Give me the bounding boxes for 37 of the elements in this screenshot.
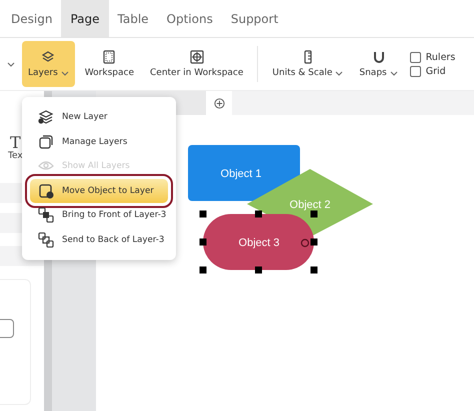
connector-point[interactable]	[300, 238, 310, 248]
overlap-icon	[38, 232, 54, 248]
input-field[interactable]	[0, 319, 14, 338]
tab[interactable]: Page	[61, 0, 108, 37]
tool-label: Tex	[8, 151, 23, 161]
tab[interactable]: Options	[158, 0, 222, 37]
toolbar-button[interactable]: Workspace	[78, 41, 140, 87]
crosshair-icon	[190, 50, 204, 64]
menu-item[interactable]: New Layer	[30, 105, 168, 130]
copy-icon	[38, 134, 54, 150]
toolbar-button[interactable]: Units & Scale	[266, 41, 350, 87]
menu-item[interactable]: Manage Layers	[30, 130, 168, 154]
stack-icon	[38, 109, 54, 126]
checkbox[interactable]	[410, 52, 421, 62]
overlap-icon	[38, 207, 54, 224]
text-tool-icon[interactable]: T	[10, 135, 21, 151]
add-icon[interactable]	[214, 98, 224, 108]
checkbox[interactable]	[410, 66, 421, 76]
checkbox-label: Grid	[426, 66, 446, 76]
toolbar-button[interactable]: Snaps	[353, 41, 404, 87]
checkbox-label: Rulers	[426, 52, 456, 62]
menu-item[interactable]: Send to Back of Layer-3	[30, 228, 168, 252]
tab[interactable]: Design	[2, 0, 62, 37]
magnet-icon	[372, 50, 386, 64]
tab[interactable]: Support	[222, 0, 288, 37]
menu-item[interactable]: Move Object to Layer	[30, 178, 168, 203]
tab[interactable]: Table	[108, 0, 158, 37]
frame-icon	[102, 50, 116, 64]
toolbar-button[interactable]: Center in Workspace	[144, 41, 250, 87]
shape-label: Object 3	[238, 237, 280, 249]
shape-label: Object 2	[290, 199, 330, 211]
layer-move-icon	[38, 182, 54, 199]
toolbar-button[interactable]: Layers	[22, 41, 75, 87]
layers-icon	[41, 50, 56, 64]
caret-icon	[7, 62, 15, 66]
menu-item[interactable]: Bring to Front of Layer-3	[30, 203, 168, 228]
shape-label: Object 1	[220, 168, 262, 180]
